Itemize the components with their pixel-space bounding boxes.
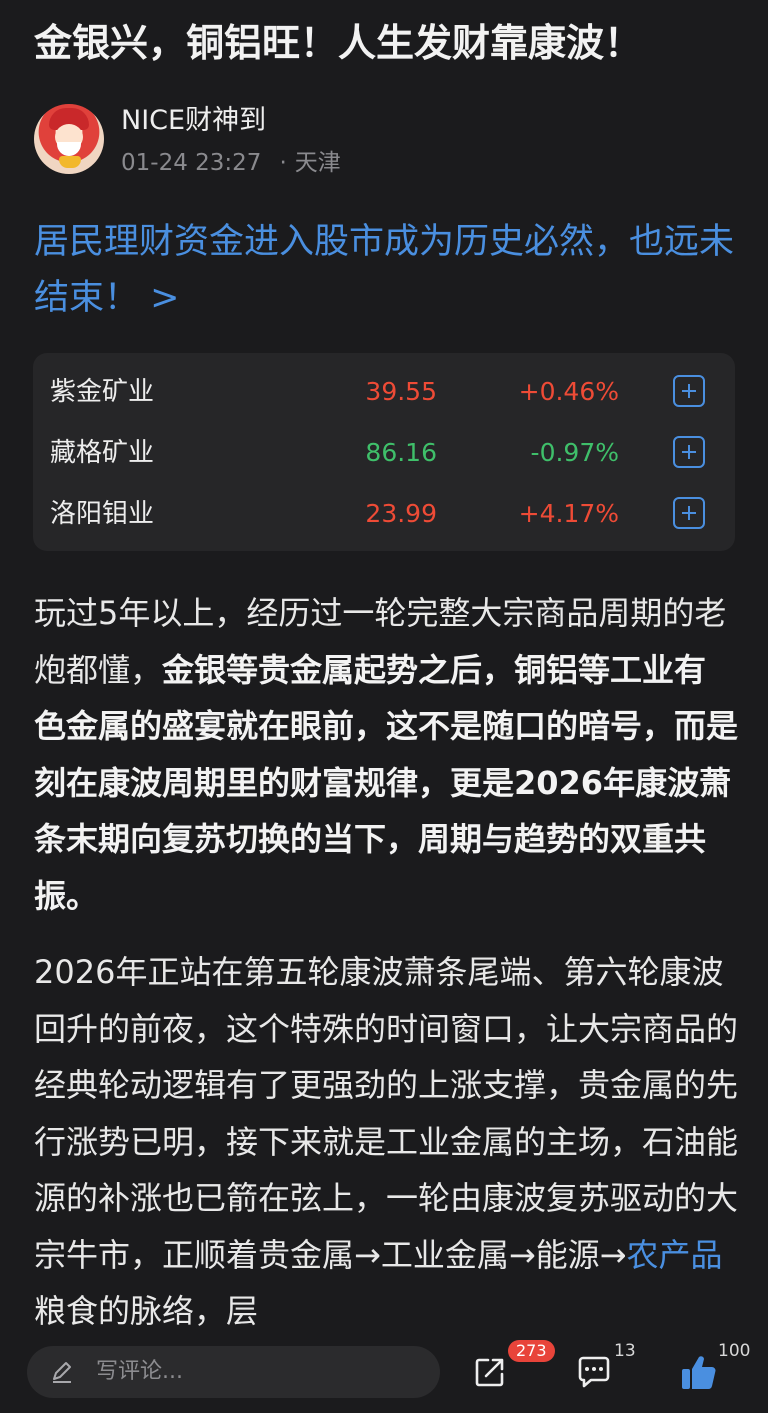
article-page: 金银兴，铜铝旺！人生发财靠康波！ NICE财神到 01-24 23:27 · 天津 … <box>0 0 768 1413</box>
topic-link[interactable]: 居民理财资金进入股市成为历史必然，也远未结束！ > <box>34 214 739 326</box>
paragraph-text: 粮食的脉络，层 <box>34 1292 259 1330</box>
stock-name: 紫金矿业 <box>50 377 155 407</box>
comment-count: 13 <box>614 1341 636 1361</box>
stock-change: -0.97% <box>530 438 619 467</box>
add-watchlist-button[interactable] <box>673 375 705 407</box>
publish-time: 01-24 23:27 <box>121 150 262 176</box>
author-meta: 01-24 23:27 · 天津 <box>121 148 341 178</box>
tag-link[interactable]: 农产品 <box>626 1236 722 1274</box>
comments-button[interactable]: 13 <box>576 1340 636 1406</box>
stock-name: 洛阳钼业 <box>50 499 155 529</box>
stock-price: 23.99 <box>365 499 437 528</box>
comment-input[interactable]: 写评论... <box>27 1346 440 1398</box>
paragraph-text: 2026年正站在第五轮康波萧条尾端、第六轮康波回升的前夜，这个特殊的时间窗口，让… <box>34 953 739 1274</box>
meta-separator: · <box>279 150 287 176</box>
thumbs-up-icon <box>682 1356 716 1390</box>
add-watchlist-button[interactable] <box>673 436 705 468</box>
comment-icon <box>578 1356 610 1388</box>
avatar[interactable] <box>34 104 104 174</box>
comment-placeholder: 写评论... <box>96 1359 183 1384</box>
share-button[interactable]: 273 <box>472 1340 555 1406</box>
body-paragraph: 玩过5年以上，经历过一轮完整大宗商品周期的老炮都懂，金银等贵金属起势之后，铜铝等… <box>34 585 738 924</box>
stock-change: +4.17% <box>518 499 619 528</box>
stock-price: 39.55 <box>365 377 437 406</box>
body-paragraph: 2026年正站在第五轮康波萧条尾端、第六轮康波回升的前夜，这个特殊的时间窗口，让… <box>34 944 738 1340</box>
share-icon <box>475 1358 504 1387</box>
stock-name: 藏格矿业 <box>50 438 155 468</box>
share-count-badge: 273 <box>508 1340 555 1362</box>
author-info: NICE财神到 01-24 23:27 · 天津 <box>34 104 734 176</box>
article-title: 金银兴，铜铝旺！人生发财靠康波！ <box>34 21 643 65</box>
stock-change: +0.46% <box>518 377 619 406</box>
add-watchlist-button[interactable] <box>673 497 705 529</box>
like-button[interactable]: 100 <box>680 1340 750 1406</box>
publish-location: 天津 <box>294 150 341 176</box>
stock-row[interactable]: 紫金矿业 39.55 +0.46% <box>33 361 735 422</box>
avatar-beard <box>57 142 81 156</box>
bottom-action-bar: 写评论... 273 13 100 <box>0 1332 768 1413</box>
avatar-ingot <box>59 156 81 168</box>
stock-price: 86.16 <box>365 438 437 467</box>
like-count: 100 <box>718 1341 751 1361</box>
pen-icon <box>53 1362 71 1383</box>
stock-card: 紫金矿业 39.55 +0.46% 藏格矿业 86.16 -0.97% 洛阳钼业… <box>33 353 735 551</box>
paragraph-bold-text: 金银等贵金属起势之后，铜铝等工业有色金属的盛宴就在眼前，这不是随口的暗号，而是刻… <box>34 650 739 915</box>
stock-row[interactable]: 藏格矿业 86.16 -0.97% <box>33 422 735 483</box>
author-name[interactable]: NICE财神到 <box>121 104 266 138</box>
stock-row[interactable]: 洛阳钼业 23.99 +4.17% <box>33 483 735 544</box>
